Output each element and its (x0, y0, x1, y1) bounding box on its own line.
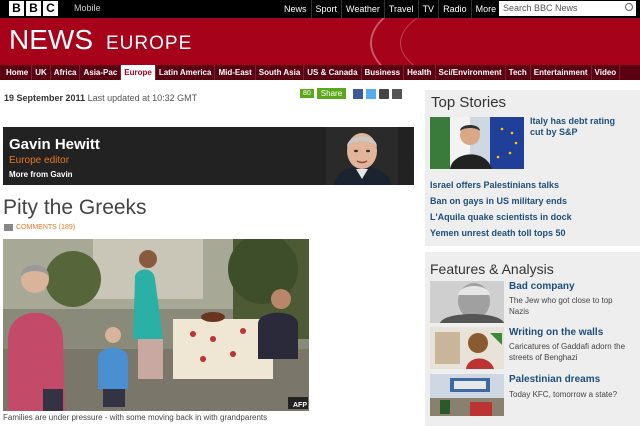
article-headline: Pity the Greeks (3, 196, 147, 219)
blogger-role: Europe editor (9, 155, 70, 166)
share-tools: 80 Share (300, 88, 403, 99)
section-nav-health[interactable]: Health (404, 65, 436, 80)
article-date-line: 19 September 2011 Last updated at 10:32 … (4, 93, 197, 103)
section-nav-entertainment[interactable]: Entertainment (531, 65, 592, 80)
top-story-link[interactable]: Yemen unrest death toll tops 50 (430, 228, 566, 238)
share-count: 80 (300, 89, 314, 98)
top-nav: News Sport Weather Travel TV Radio More … (280, 0, 509, 18)
print-icon[interactable] (392, 88, 403, 99)
email-icon[interactable] (379, 88, 390, 99)
logo-letter: B (9, 1, 24, 16)
news-section-title[interactable]: EUROPE (106, 33, 192, 55)
top-story-link[interactable]: Ban on gays in US military ends (430, 196, 567, 206)
section-nav-us-canada[interactable]: US & Canada (304, 65, 362, 80)
article-date: 19 September 2011 (4, 93, 86, 103)
comment-icon (4, 224, 13, 231)
top-story-link[interactable]: Israel offers Palestinians talks (430, 180, 559, 190)
bbc-top-bar: B B C Mobile News Sport Weather Travel T… (0, 0, 640, 18)
top-nav-radio[interactable]: Radio (438, 0, 471, 18)
section-nav-tech[interactable]: Tech (506, 65, 531, 80)
feature-thumbnail[interactable] (430, 374, 504, 416)
feature-thumbnail[interactable] (430, 327, 504, 369)
top-nav-travel[interactable]: Travel (383, 0, 418, 18)
section-nav-video[interactable]: Video (592, 65, 621, 80)
banner-swoosh-decoration (400, 18, 640, 65)
feature-description: The Jew who got close to top Nazis (509, 296, 613, 316)
logo-letter: C (43, 1, 58, 16)
section-nav-asia-pac[interactable]: Asia-Pac (80, 65, 122, 80)
bbc-logo[interactable]: B B C (9, 1, 58, 16)
news-banner: NEWS EUROPE (0, 18, 640, 65)
features-heading: Features & Analysis (430, 261, 554, 277)
feature-title-link[interactable]: Bad company (509, 281, 575, 292)
top-story-photo[interactable] (430, 117, 524, 169)
section-nav-south-asia[interactable]: South Asia (256, 65, 305, 80)
comments-link[interactable]: COMMENTS (189) (4, 224, 75, 231)
section-nav: Home UK Africa Asia-Pac Europe Latin Ame… (0, 65, 640, 80)
top-nav-news[interactable]: News (280, 0, 311, 18)
section-nav-africa[interactable]: Africa (51, 65, 81, 80)
comments-count: COMMENTS (189) (16, 224, 76, 231)
section-nav-europe[interactable]: Europe (121, 65, 156, 80)
last-updated: Last updated at 10:32 GMT (87, 93, 198, 103)
section-nav-mid-east[interactable]: Mid-East (215, 65, 256, 80)
search-icon[interactable] (625, 3, 633, 11)
feature-description: Caricatures of Gaddafi adorn the streets… (509, 342, 626, 362)
section-nav-latin-america[interactable]: Latin America (156, 65, 216, 80)
mobile-link[interactable]: Mobile (74, 3, 101, 13)
image-credit: AFP (293, 402, 307, 409)
article-photo: AFP (3, 239, 309, 411)
section-nav-home[interactable]: Home (3, 65, 33, 80)
feature-title-link[interactable]: Palestinian dreams (509, 374, 600, 385)
photo-caption: Families are under pressure - with some … (3, 413, 268, 422)
news-title[interactable]: NEWS (9, 24, 93, 56)
more-from-blogger-link[interactable]: More from Gavin (9, 170, 73, 179)
facebook-icon[interactable] (353, 88, 364, 99)
top-stories-heading: Top Stories (431, 94, 507, 111)
section-nav-sci-environment[interactable]: Sci/Environment (436, 65, 506, 80)
search-placeholder: Search BBC News (503, 3, 578, 13)
twitter-icon[interactable] (366, 88, 377, 99)
top-nav-tv[interactable]: TV (417, 0, 439, 18)
share-button[interactable]: Share (316, 88, 347, 99)
top-story-lead-link[interactable]: Italy has debt rating cut by S&P (530, 116, 630, 138)
section-nav-uk[interactable]: UK (32, 65, 51, 80)
blogger-panel: Gavin Hewitt Europe editor More from Gav… (3, 127, 414, 185)
top-story-link[interactable]: L'Aquila quake scientists in dock (430, 212, 572, 222)
feature-description: Today KFC, tomorrow a state? (509, 390, 618, 399)
sidebar-divider (425, 246, 640, 252)
logo-letter: B (26, 1, 41, 16)
top-nav-sport[interactable]: Sport (310, 0, 342, 18)
section-nav-business[interactable]: Business (362, 65, 405, 80)
top-nav-weather[interactable]: Weather (341, 0, 384, 18)
search-input[interactable]: Search BBC News (499, 1, 636, 16)
more-label: More (475, 4, 497, 14)
feature-thumbnail[interactable] (430, 281, 504, 323)
blogger-portrait (326, 127, 398, 185)
feature-title-link[interactable]: Writing on the walls (509, 327, 603, 338)
blogger-name[interactable]: Gavin Hewitt (9, 136, 100, 153)
